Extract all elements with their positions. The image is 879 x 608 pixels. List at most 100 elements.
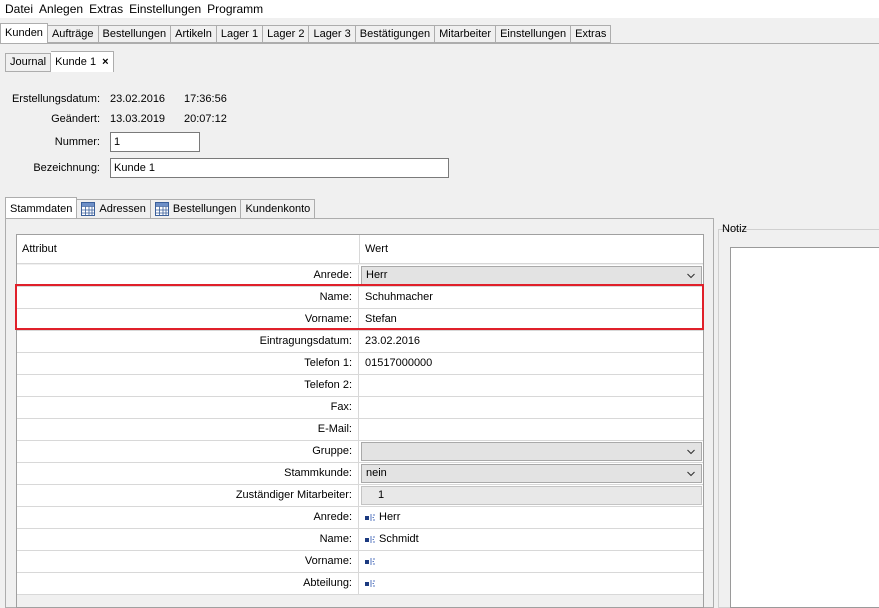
- table-row: Vorname: Stefan: [17, 309, 703, 331]
- menu-bar: Datei Anlegen Extras Einstellungen Progr…: [0, 0, 879, 18]
- grid-icon: [154, 202, 169, 216]
- tab-journal[interactable]: Journal: [5, 53, 52, 72]
- value-cell[interactable]: [360, 397, 703, 418]
- attribute-label: Vorname:: [17, 309, 359, 330]
- value-dropdown[interactable]: [361, 442, 702, 461]
- attribute-label: Gruppe:: [17, 441, 359, 462]
- menu-anlegen[interactable]: Anlegen: [36, 1, 86, 17]
- attribute-label: Name:: [17, 529, 359, 550]
- readonly-value: 1: [361, 486, 702, 505]
- dropdown-value: Herr: [366, 269, 388, 281]
- tab-artikeln[interactable]: Artikeln: [171, 25, 217, 43]
- tab-kunden[interactable]: Kunden: [0, 23, 48, 43]
- geaendert-label: Geändert:: [51, 113, 100, 125]
- value-cell[interactable]: Stefan: [360, 309, 703, 330]
- table-row: Fax:: [17, 397, 703, 419]
- value-dropdown[interactable]: nein: [361, 464, 702, 483]
- table-row: Anrede: Herr: [17, 507, 703, 529]
- attribute-label: Vorname:: [17, 551, 359, 572]
- erstellungsdatum-time: 17:36:56: [184, 93, 227, 105]
- tab-lager-3[interactable]: Lager 3: [309, 25, 356, 43]
- linked-value-cell[interactable]: [360, 551, 703, 572]
- table-row: Anrede: Herr: [17, 265, 703, 287]
- geaendert-date: 13.03.2019: [110, 113, 166, 125]
- tab-bestellungen[interactable]: Bestellungen: [98, 25, 172, 43]
- table-row: Name: Schuhmacher: [17, 287, 703, 309]
- notiz-textarea[interactable]: [730, 247, 879, 608]
- close-icon[interactable]: ×: [102, 54, 108, 71]
- attribute-label: Anrede:: [17, 507, 359, 528]
- table-row: Telefon 2:: [17, 375, 703, 397]
- tab-kunde-1-label: Kunde 1: [55, 55, 97, 68]
- linked-value-cell[interactable]: Herr: [360, 507, 703, 528]
- tab-auftraege[interactable]: Aufträge: [47, 25, 99, 43]
- tab-mitarbeiter[interactable]: Mitarbeiter: [435, 25, 497, 43]
- attribute-label: E-Mail:: [17, 419, 359, 440]
- table-header: Attribut Wert: [17, 235, 703, 264]
- tab-kunde-1[interactable]: Kunde 1 ×: [51, 51, 114, 72]
- sub-tab-bar: Journal Kunde 1 ×: [5, 50, 114, 72]
- tab-lager-2[interactable]: Lager 2: [263, 25, 310, 43]
- tab-bestellungen-detail[interactable]: Bestellungen: [150, 199, 242, 219]
- tab-divider: [0, 43, 879, 44]
- table-row: Eintragungsdatum: 23.02.2016: [17, 331, 703, 353]
- table-row: Vorname:: [17, 551, 703, 573]
- table-row: Name: Schmidt: [17, 529, 703, 551]
- tab-bestellungen-detail-label: Bestellungen: [172, 203, 237, 215]
- menu-extras[interactable]: Extras: [86, 1, 126, 17]
- value-cell[interactable]: 01517000000: [360, 353, 703, 374]
- table-row: Abteilung:: [17, 573, 703, 595]
- linked-value-cell[interactable]: Schmidt: [360, 529, 703, 550]
- link-field-icon: [365, 557, 375, 565]
- erstellungsdatum-label: Erstellungsdatum:: [11, 93, 100, 105]
- bezeichnung-field[interactable]: Kunde 1: [110, 158, 449, 178]
- main-tab-bar: Kunden Aufträge Bestellungen Artikeln La…: [0, 23, 612, 43]
- attribute-label: Stammkunde:: [17, 463, 359, 484]
- table-row: Stammkunde: nein: [17, 463, 703, 485]
- attribute-label: Abteilung:: [17, 573, 359, 594]
- nummer-field[interactable]: 1: [110, 132, 200, 152]
- value-cell[interactable]: Schuhmacher: [360, 287, 703, 308]
- tab-kundenkonto[interactable]: Kundenkonto: [241, 199, 316, 219]
- link-field-icon: [365, 579, 375, 587]
- attribute-label: Fax:: [17, 397, 359, 418]
- linked-value: Herr: [379, 511, 401, 523]
- tab-kundenkonto-label: Kundenkonto: [245, 203, 311, 215]
- tab-adressen-label: Adressen: [99, 203, 146, 215]
- tab-lager-1[interactable]: Lager 1: [216, 25, 264, 43]
- attribute-label: Eintragungsdatum:: [17, 331, 359, 352]
- menu-programm[interactable]: Programm: [204, 1, 266, 17]
- attribute-table: Attribut Wert Anrede: Herr Name: Schuhmache…: [16, 234, 704, 608]
- menu-datei[interactable]: Datei: [2, 1, 36, 17]
- attribute-label: Telefon 2:: [17, 375, 359, 396]
- value-cell[interactable]: [360, 375, 703, 396]
- bezeichnung-label: Bezeichnung:: [33, 162, 100, 174]
- linked-value-cell[interactable]: [360, 573, 703, 594]
- chevron-down-icon: [687, 471, 695, 477]
- value-dropdown[interactable]: Herr: [361, 266, 702, 285]
- table-row: Gruppe:: [17, 441, 703, 463]
- table-row: E-Mail:: [17, 419, 703, 441]
- value-cell[interactable]: [360, 419, 703, 440]
- dropdown-value: nein: [366, 467, 387, 479]
- erstellungsdatum-date: 23.02.2016: [110, 93, 166, 105]
- menu-einstellungen[interactable]: Einstellungen: [126, 1, 204, 17]
- tab-einstellungen[interactable]: Einstellungen: [496, 25, 572, 43]
- attribute-label: Anrede:: [17, 265, 359, 286]
- grid-icon: [81, 202, 96, 216]
- tab-stammdaten-label: Stammdaten: [10, 202, 73, 215]
- chevron-down-icon: [687, 449, 695, 455]
- chevron-down-icon: [687, 273, 695, 279]
- notiz-label: Notiz: [722, 223, 748, 235]
- value-cell[interactable]: 23.02.2016: [360, 331, 703, 352]
- tab-stammdaten[interactable]: Stammdaten: [5, 197, 78, 219]
- link-field-icon: [365, 513, 375, 521]
- attribute-label: Name:: [17, 287, 359, 308]
- tab-bestaetigungen[interactable]: Bestätigungen: [355, 25, 436, 43]
- geaendert-time: 20:07:12: [184, 113, 227, 125]
- column-header-wert[interactable]: Wert: [360, 235, 388, 264]
- column-header-attribut[interactable]: Attribut: [17, 235, 57, 264]
- tab-extras[interactable]: Extras: [571, 25, 612, 43]
- table-row: Telefon 1: 01517000000: [17, 353, 703, 375]
- tab-adressen[interactable]: Adressen: [77, 199, 151, 219]
